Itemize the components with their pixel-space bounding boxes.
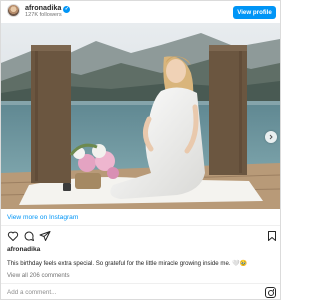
view-more-link[interactable]: View more on Instagram (7, 214, 78, 221)
view-more-link-bar[interactable]: View more on Instagram (1, 209, 280, 226)
photo-illustration (1, 23, 280, 209)
instagram-embed-card: afronadika✓ 127K followers View profile (0, 0, 281, 300)
comment-input[interactable]: Add a comment... (7, 289, 56, 296)
next-photo-button[interactable] (265, 131, 277, 143)
post-author[interactable]: afronadika (7, 246, 40, 253)
instagram-icon[interactable] (265, 287, 276, 298)
bookmark-icon[interactable] (266, 230, 278, 242)
verified-icon: ✓ (63, 6, 71, 13)
post-photo[interactable] (1, 23, 280, 209)
view-profile-button[interactable]: View profile (233, 6, 276, 19)
follower-count: 127K followers (25, 12, 62, 18)
comment-icon[interactable] (23, 230, 35, 242)
post-header: afronadika ✓ 127K followers View profile (1, 1, 280, 23)
chevron-right-icon (269, 134, 273, 140)
comment-bar: Add a comment... (1, 283, 280, 300)
action-row (1, 229, 280, 243)
post-caption: This birthday feels extra special. So gr… (7, 260, 248, 267)
view-comments-link[interactable]: View all 206 comments (7, 272, 70, 279)
heart-icon[interactable] (7, 230, 19, 242)
username[interactable]: afronadika (25, 3, 61, 12)
avatar[interactable] (7, 4, 20, 17)
share-icon[interactable] (39, 230, 51, 242)
